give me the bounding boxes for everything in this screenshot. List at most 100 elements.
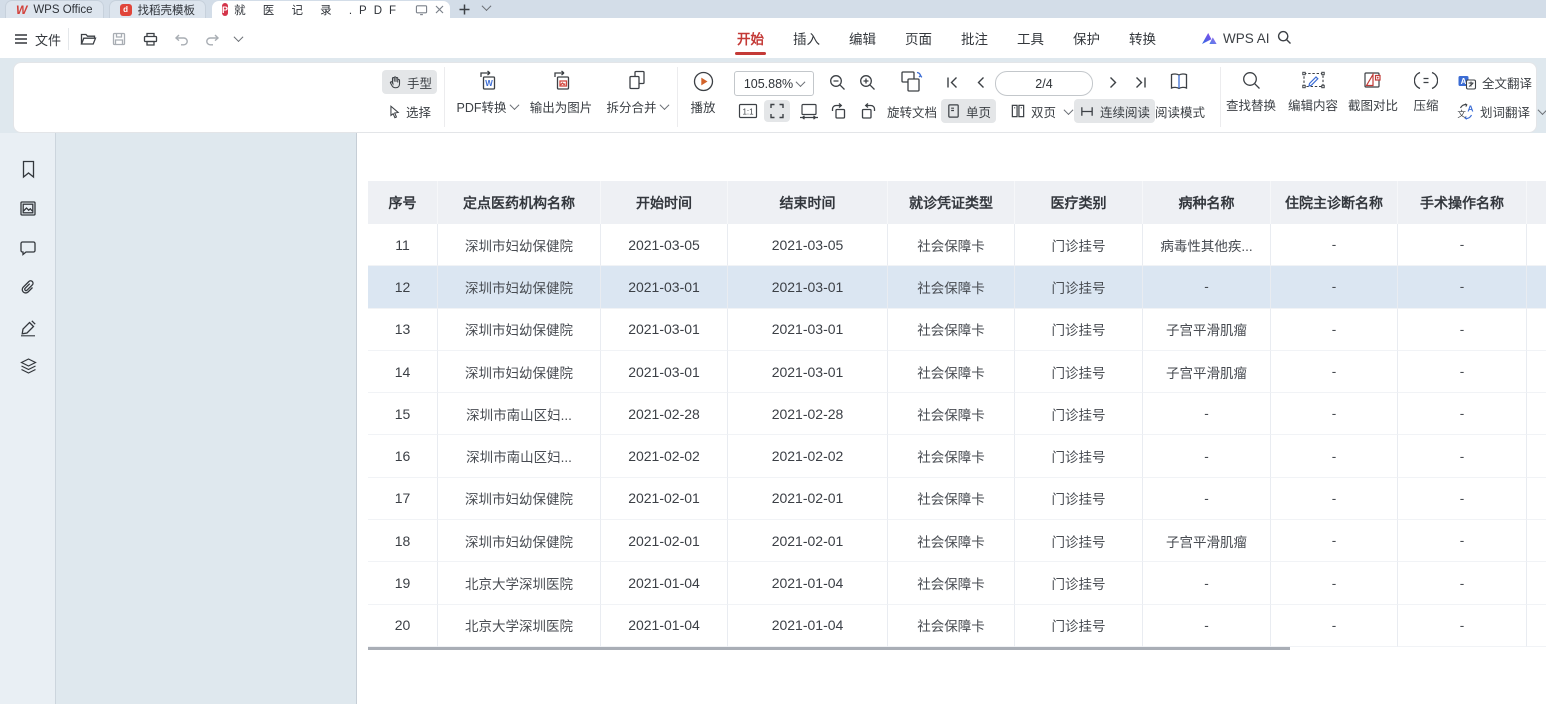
table-cell: 2021-01-04 — [728, 605, 888, 647]
table-cell: - — [1398, 309, 1527, 351]
ribbon-tab-保护[interactable]: 保护 — [1073, 18, 1100, 58]
wps-ai-label: WPS AI — [1223, 31, 1270, 46]
word-translate-button[interactable]: 文 A 划词翻译 — [1452, 99, 1546, 123]
bookmark-icon[interactable] — [17, 158, 39, 180]
column-header: 开始时间 — [601, 181, 728, 224]
table-cell — [1527, 224, 1546, 266]
wps-ai-logo-icon — [1201, 31, 1218, 46]
redo-icon[interactable] — [200, 27, 224, 51]
table-row[interactable]: 15深圳市南山区妇...2021-02-282021-02-28社会保障卡门诊挂… — [368, 393, 1546, 435]
ribbon-tab-编辑[interactable]: 编辑 — [849, 18, 876, 58]
file-menu[interactable]: 文件 — [35, 30, 61, 49]
table-row[interactable]: 16深圳市南山区妇...2021-02-022021-02-02社会保障卡门诊挂… — [368, 435, 1546, 477]
ribbon-tab-页面[interactable]: 页面 — [905, 18, 932, 58]
fit-page-button[interactable] — [764, 100, 790, 122]
table-cell: 病毒性其他疾... — [1143, 224, 1271, 266]
ribbon-tab-工具[interactable]: 工具 — [1017, 18, 1044, 58]
print-icon[interactable] — [138, 27, 162, 51]
play-button[interactable]: 播放 — [679, 69, 727, 116]
table-cell: - — [1143, 393, 1271, 435]
page-number-input[interactable]: 2/4 — [995, 71, 1093, 96]
rotate-right-button[interactable] — [856, 100, 880, 122]
table-row[interactable]: 11深圳市妇幼保健院2021-03-052021-03-05社会保障卡门诊挂号病… — [368, 224, 1546, 266]
tab-label: 找稻壳模板 — [138, 2, 196, 18]
ribbon-tab-开始[interactable]: 开始 — [737, 18, 764, 58]
ribbon-tab-插入[interactable]: 插入 — [793, 18, 820, 58]
pdf-convert-button[interactable]: W PDF转换 — [451, 68, 523, 116]
open-file-icon[interactable] — [76, 27, 100, 51]
rotate-doc-button[interactable]: 旋转文档 — [882, 99, 942, 123]
double-page-button[interactable]: 双页 — [1005, 99, 1077, 123]
table-cell: 门诊挂号 — [1015, 605, 1143, 647]
read-mode-button[interactable]: 阅读模式 — [1150, 99, 1210, 123]
single-page-button[interactable]: 单页 — [941, 99, 996, 123]
select-tool-button[interactable]: 选择 — [382, 99, 436, 123]
screenshot-compare-button[interactable]: 截图对比 — [1344, 69, 1402, 114]
ribbon-tab-转换[interactable]: 转换 — [1129, 18, 1156, 58]
table-row[interactable]: 20北京大学深圳医院2021-01-042021-01-04社会保障卡门诊挂号-… — [368, 605, 1546, 647]
tab-docer-templates[interactable]: d 找稻壳模板 — [109, 0, 207, 18]
save-icon[interactable] — [107, 27, 131, 51]
rotate-doc-icon[interactable] — [892, 68, 932, 96]
tab-wps-ai[interactable]: WPS AI — [1201, 18, 1270, 58]
read-mode-icon[interactable] — [1164, 69, 1194, 95]
hand-tool-button[interactable]: 手型 — [382, 70, 437, 94]
signature-pen-icon[interactable] — [17, 317, 39, 339]
rotate-left-button[interactable] — [826, 100, 850, 122]
table-row[interactable]: 18深圳市妇幼保健院2021-02-012021-02-01社会保障卡门诊挂号子… — [368, 520, 1546, 562]
table-cell: - — [1398, 520, 1527, 562]
close-icon[interactable] — [434, 4, 445, 15]
column-header — [1527, 181, 1546, 224]
table-cell: - — [1398, 435, 1527, 477]
next-page-button[interactable] — [1101, 71, 1125, 94]
tab-list-chevron-icon[interactable] — [482, 1, 492, 11]
play-label: 播放 — [690, 97, 715, 116]
thumbnail-image-icon[interactable] — [17, 197, 39, 219]
full-translate-button[interactable]: A 全文翻译 — [1452, 70, 1537, 94]
main-menu-icon[interactable] — [14, 33, 28, 45]
table-row[interactable]: 17深圳市妇幼保健院2021-02-012021-02-01社会保障卡门诊挂号-… — [368, 478, 1546, 520]
table-row[interactable]: 13深圳市妇幼保健院2021-03-012021-03-01社会保障卡门诊挂号子… — [368, 309, 1546, 351]
comment-icon[interactable] — [17, 237, 39, 259]
prev-page-button[interactable] — [968, 71, 992, 94]
table-row[interactable]: 12深圳市妇幼保健院2021-03-012021-03-01社会保障卡门诊挂号-… — [368, 266, 1546, 308]
table-cell: 社会保障卡 — [888, 309, 1015, 351]
attachment-icon[interactable] — [17, 277, 39, 299]
table-cell: 社会保障卡 — [888, 562, 1015, 604]
continuous-read-button[interactable]: 连续阅读 — [1074, 99, 1155, 123]
new-tab-plus-icon[interactable] — [458, 3, 471, 16]
table-cell: 社会保障卡 — [888, 605, 1015, 647]
find-replace-button[interactable]: 查找替换 — [1222, 69, 1280, 114]
tab-screen-icon[interactable] — [415, 4, 428, 16]
table-cell: 社会保障卡 — [888, 224, 1015, 266]
compress-icon — [1414, 69, 1438, 92]
table-cell: 2021-02-01 — [601, 520, 728, 562]
first-page-button[interactable] — [940, 71, 964, 94]
double-page-icon — [1010, 103, 1026, 119]
edit-content-button[interactable]: 编辑内容 — [1284, 69, 1342, 114]
undo-icon[interactable] — [169, 27, 193, 51]
fit-width-button[interactable] — [796, 100, 822, 122]
zoom-level-select[interactable]: 105.88% — [734, 71, 814, 96]
ribbon-tab-批注[interactable]: 批注 — [961, 18, 988, 58]
table-row[interactable]: 14深圳市妇幼保健院2021-03-012021-03-01社会保障卡门诊挂号子… — [368, 351, 1546, 393]
last-page-button[interactable] — [1128, 71, 1152, 94]
layers-icon[interactable] — [17, 355, 39, 377]
zoom-in-button[interactable] — [854, 71, 880, 94]
pdf-convert-label: PDF转换 — [456, 97, 506, 116]
tab-wps-office[interactable]: W WPS Office — [5, 0, 104, 18]
ribbon-search-icon[interactable] — [1276, 29, 1293, 46]
table-cell — [1527, 393, 1546, 435]
compress-button[interactable]: 压缩 — [1406, 69, 1446, 114]
table-cell: 2021-02-01 — [728, 520, 888, 562]
table-cell: 社会保障卡 — [888, 435, 1015, 477]
zoom-out-button[interactable] — [824, 71, 850, 94]
export-image-button[interactable]: 输出为图片 — [525, 68, 597, 116]
table-cell: - — [1143, 266, 1271, 308]
zoom-100-button[interactable]: 1:1 — [736, 100, 760, 122]
quickbar-chevron-icon[interactable] — [234, 32, 244, 42]
table-row[interactable]: 19北京大学深圳医院2021-01-042021-01-04社会保障卡门诊挂号-… — [368, 562, 1546, 604]
tab-document-pdf[interactable]: P 就 医 记 录 .PDF — [212, 1, 450, 18]
svg-text:W: W — [485, 79, 493, 88]
split-merge-button[interactable]: 拆分合并 — [601, 68, 673, 116]
